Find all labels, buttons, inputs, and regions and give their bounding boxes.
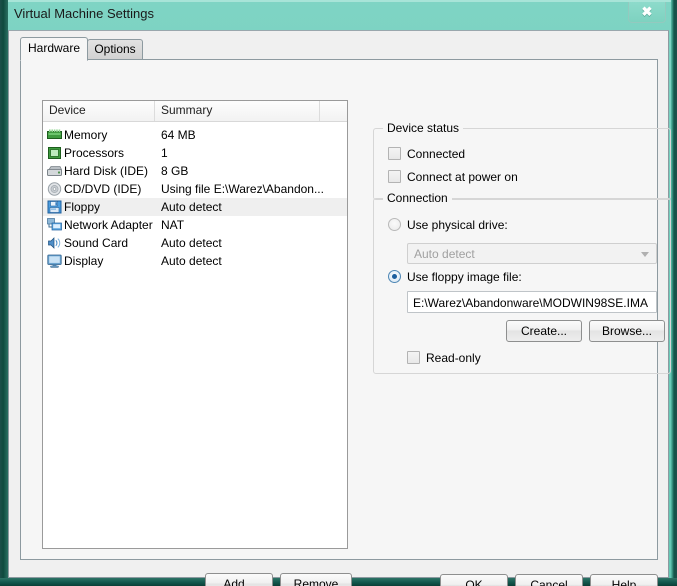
checkbox-box — [388, 170, 401, 183]
device-summary: 8 GB — [161, 164, 189, 178]
window-border-right — [671, 0, 677, 586]
hardware-panel: Device Summary Memory 64 MB Processors 1… — [20, 59, 671, 586]
device-row-hard-disk[interactable]: Hard Disk (IDE) 8 GB — [43, 162, 347, 180]
cancel-button[interactable]: Cancel — [515, 574, 583, 586]
connect-at-power-on-label: Connect at power on — [407, 170, 518, 184]
tab-options[interactable]: Options — [87, 39, 143, 59]
create-button[interactable]: Create... — [506, 320, 582, 342]
column-header-summary[interactable]: Summary — [155, 101, 320, 121]
device-name: Display — [64, 254, 104, 268]
dialog-client-area: Options Hardware Device Summary Memory 6… — [8, 30, 671, 586]
connection-group: Connection Use physical drive: Auto dete… — [373, 191, 671, 374]
dialog-footer: OK Cancel Help — [9, 561, 668, 586]
radio-dot — [388, 218, 401, 231]
checkbox-box — [388, 147, 401, 160]
radio-dot — [388, 270, 401, 283]
tab-strip: Options Hardware — [20, 37, 650, 61]
image-path-input[interactable]: E:\Warez\Abandonware\MODWIN98SE.IMA — [407, 291, 657, 313]
device-name: Network Adapter — [64, 218, 153, 232]
cd-dvd-icon — [47, 182, 62, 196]
floppy-icon — [47, 200, 62, 214]
device-summary: Auto detect — [161, 254, 222, 268]
device-row-floppy[interactable]: Floppy Auto detect — [43, 198, 347, 216]
device-summary: 1 — [161, 146, 168, 160]
close-button[interactable]: ✖ — [628, 2, 666, 23]
image-path-value: E:\Warez\Abandonware\MODWIN98SE.IMA — [413, 296, 648, 310]
browse-button[interactable]: Browse... — [589, 320, 665, 342]
device-row-memory[interactable]: Memory 64 MB — [43, 126, 347, 144]
device-summary: Auto detect — [161, 200, 222, 214]
device-row-network-adapter[interactable]: Network Adapter NAT — [43, 216, 347, 234]
device-status-group: Device status Connected Connect at power… — [373, 121, 671, 200]
device-list-header: Device Summary — [43, 101, 347, 122]
window-title: Virtual Machine Settings — [14, 6, 154, 21]
window-border-left — [0, 0, 8, 586]
device-row-sound-card[interactable]: Sound Card Auto detect — [43, 234, 347, 252]
device-name: CD/DVD (IDE) — [64, 182, 142, 196]
device-summary: Auto detect — [161, 236, 222, 250]
device-name: Hard Disk (IDE) — [64, 164, 149, 178]
device-row-processors[interactable]: Processors 1 — [43, 144, 347, 162]
device-row-display[interactable]: Display Auto detect — [43, 252, 347, 270]
connected-label: Connected — [407, 147, 466, 161]
sound-card-icon — [47, 236, 62, 250]
device-summary: 64 MB — [161, 128, 196, 142]
help-button[interactable]: Help — [590, 574, 658, 586]
read-only-label: Read-only — [426, 351, 481, 365]
ok-button[interactable]: OK — [440, 574, 508, 586]
device-summary: NAT — [161, 218, 185, 232]
chevron-down-icon — [641, 252, 649, 257]
device-list[interactable]: Device Summary Memory 64 MB Processors 1… — [42, 100, 348, 549]
physical-drive-value: Auto detect — [414, 247, 475, 261]
device-row-cd-dvd[interactable]: CD/DVD (IDE) Using file E:\Warez\Abandon… — [43, 180, 347, 198]
use-floppy-image-label: Use floppy image file: — [407, 270, 522, 284]
device-name: Memory — [64, 128, 108, 142]
device-status-title: Device status — [383, 121, 464, 135]
device-summary: Using file E:\Warez\Abandon... — [161, 182, 324, 196]
processor-icon — [47, 146, 62, 160]
virtual-machine-settings-window: Virtual Machine Settings ✖ Options Hardw… — [0, 0, 677, 586]
column-header-blank[interactable] — [320, 101, 347, 121]
connection-title: Connection — [383, 191, 452, 205]
display-icon — [47, 254, 62, 268]
device-name: Processors — [64, 146, 125, 160]
device-name: Sound Card — [64, 236, 129, 250]
use-physical-drive-label: Use physical drive: — [407, 218, 508, 232]
checkbox-box — [407, 351, 420, 364]
close-icon: ✖ — [641, 4, 653, 19]
column-header-device[interactable]: Device — [43, 101, 155, 121]
device-name: Floppy — [64, 200, 101, 214]
memory-icon — [47, 128, 62, 142]
title-bar: Virtual Machine Settings ✖ — [0, 0, 677, 30]
physical-drive-dropdown[interactable]: Auto detect — [407, 243, 657, 264]
network-adapter-icon — [47, 218, 62, 232]
hard-disk-icon — [47, 164, 62, 178]
tab-hardware[interactable]: Hardware — [20, 37, 88, 61]
